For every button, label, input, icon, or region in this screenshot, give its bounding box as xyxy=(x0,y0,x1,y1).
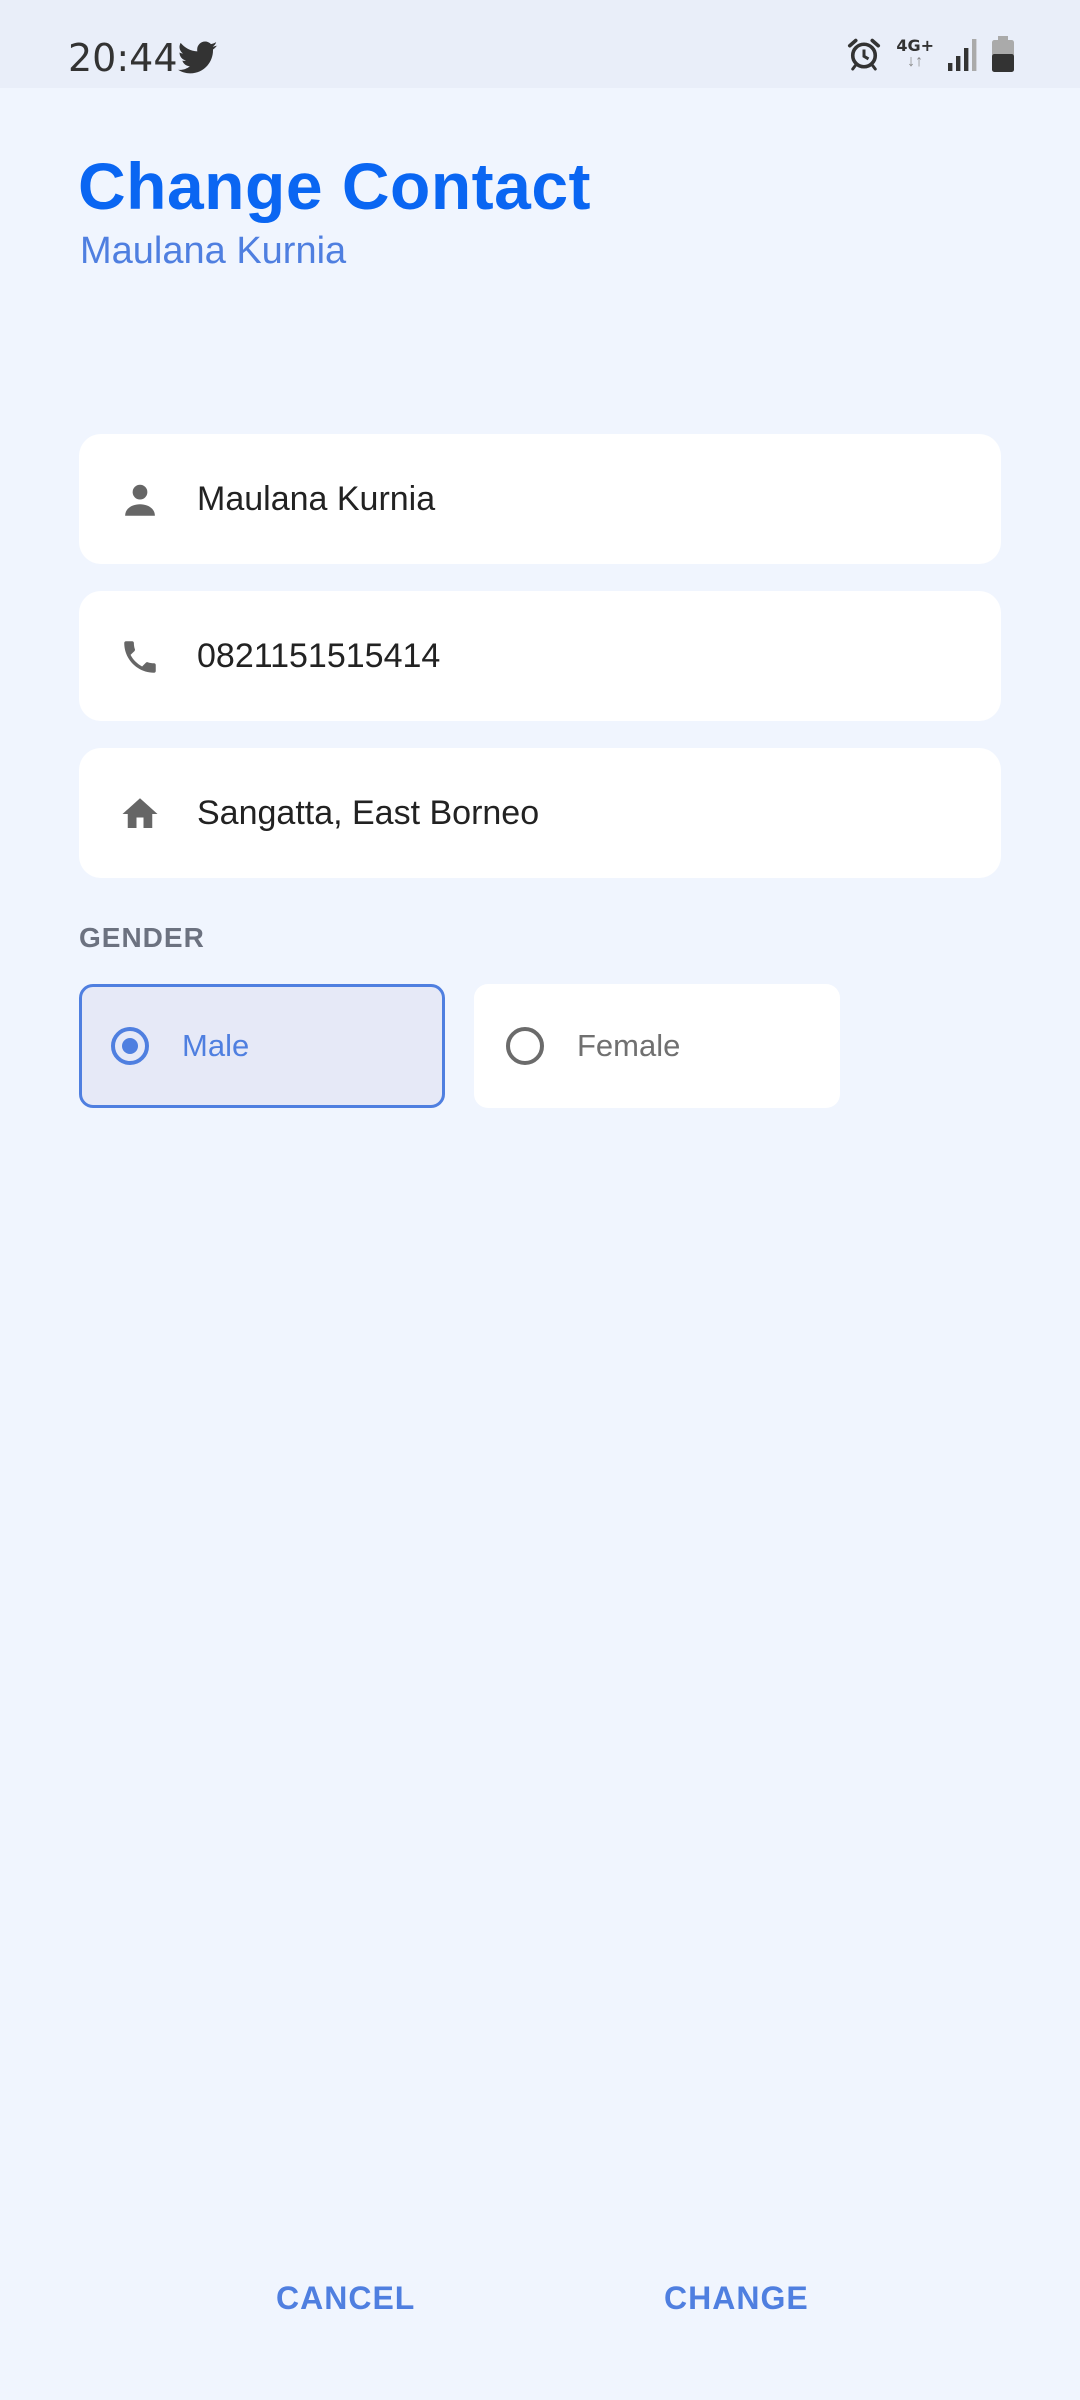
radio-unselected-icon[interactable] xyxy=(506,1027,544,1065)
page-title: Change Contact xyxy=(78,149,592,223)
status-icons: 4G+ ↓↑ xyxy=(846,36,1014,72)
address-field[interactable] xyxy=(79,748,1001,878)
alarm-icon xyxy=(848,38,881,71)
data-arrows-icon: ↓↑ xyxy=(907,53,924,70)
gender-option-female[interactable]: Female xyxy=(474,984,840,1108)
signal-icon xyxy=(948,39,977,71)
person-icon xyxy=(125,484,155,516)
gender-option-label: Female xyxy=(577,1028,681,1063)
status-time: 20:44 xyxy=(68,36,178,80)
status-bar: 20:44 4G+ ↓↑ xyxy=(0,0,1080,88)
phone-icon xyxy=(124,641,156,673)
cancel-button[interactable]: CANCEL xyxy=(276,2280,415,2317)
page-subtitle: Maulana Kurnia xyxy=(80,230,347,272)
network-type-label: 4G+ xyxy=(896,36,934,55)
network-type-icon: 4G+ ↓↑ xyxy=(896,38,934,70)
twitter-icon xyxy=(178,41,218,74)
phone-field[interactable] xyxy=(79,591,1001,721)
name-field[interactable] xyxy=(79,434,1001,564)
address-input[interactable] xyxy=(197,748,957,878)
name-input[interactable] xyxy=(197,434,957,564)
battery-icon xyxy=(992,36,1014,72)
phone-input[interactable] xyxy=(197,591,957,721)
change-button[interactable]: CHANGE xyxy=(664,2280,809,2317)
gender-option-male[interactable]: Male xyxy=(79,984,445,1108)
gender-option-label: Male xyxy=(182,1028,250,1063)
home-icon xyxy=(122,798,158,828)
gender-label: GENDER xyxy=(79,922,205,953)
radio-selected-icon[interactable] xyxy=(111,1027,149,1065)
